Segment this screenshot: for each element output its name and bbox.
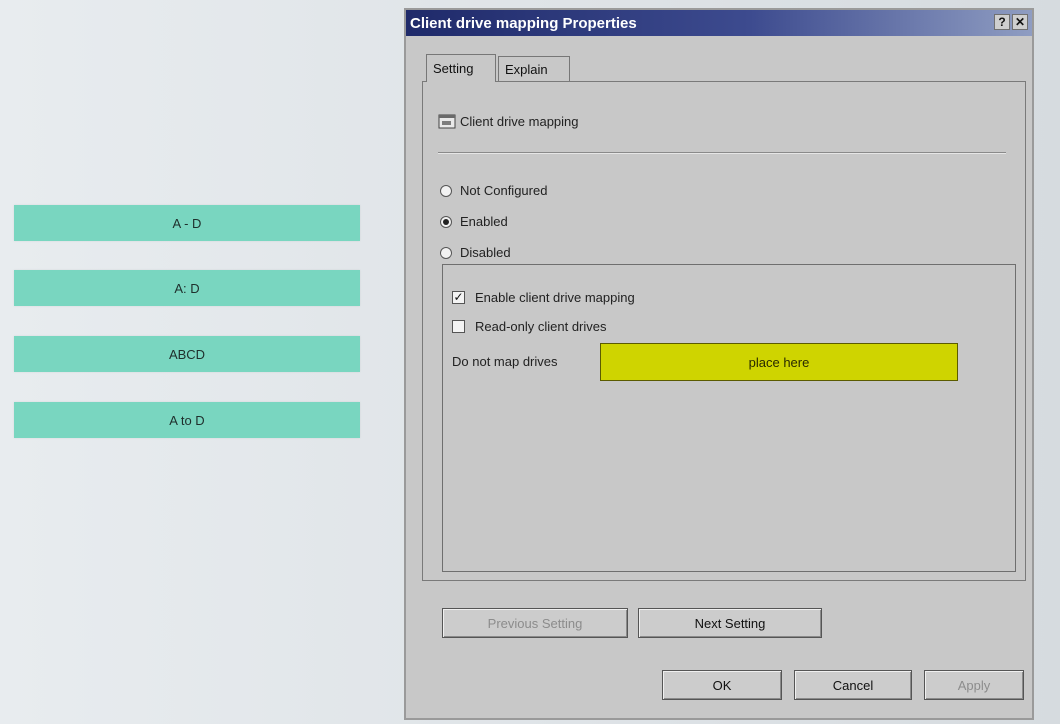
checkbox-label-enable-mapping: Enable client drive mapping bbox=[475, 290, 635, 305]
apply-button[interactable]: Apply bbox=[924, 670, 1024, 700]
section-divider bbox=[438, 152, 1006, 154]
checkbox-enable-mapping[interactable]: ✓ bbox=[452, 291, 465, 304]
do-not-map-label: Do not map drives bbox=[452, 354, 558, 369]
checkbox-row-read-only[interactable]: Read-only client drives bbox=[452, 319, 607, 334]
drop-target-place-here[interactable]: place here bbox=[600, 343, 958, 381]
next-setting-button[interactable]: Next Setting bbox=[638, 608, 822, 638]
checkbox-label-read-only: Read-only client drives bbox=[475, 319, 607, 334]
radio-enabled[interactable]: Enabled bbox=[440, 214, 508, 229]
radio-circle-not-configured[interactable] bbox=[440, 184, 452, 197]
answer-option-a-to-d[interactable]: A to D bbox=[14, 402, 360, 438]
radio-circle-enabled[interactable] bbox=[440, 215, 452, 228]
options-group-box bbox=[442, 264, 1016, 572]
previous-setting-button[interactable]: Previous Setting bbox=[442, 608, 628, 638]
policy-icon bbox=[438, 112, 456, 130]
cancel-button[interactable]: Cancel bbox=[794, 670, 912, 700]
answer-option-abcd[interactable]: ABCD bbox=[14, 336, 360, 372]
radio-label-enabled: Enabled bbox=[460, 214, 508, 229]
ok-button[interactable]: OK bbox=[662, 670, 782, 700]
radio-disabled[interactable]: Disabled bbox=[440, 245, 511, 260]
checkbox-row-enable-mapping[interactable]: ✓ Enable client drive mapping bbox=[452, 290, 635, 305]
answer-option-a-colon-d[interactable]: A: D bbox=[14, 270, 360, 306]
radio-circle-disabled[interactable] bbox=[440, 246, 452, 259]
policy-name: Client drive mapping bbox=[460, 113, 579, 129]
radio-label-not-configured: Not Configured bbox=[460, 183, 548, 198]
tab-setting[interactable]: Setting bbox=[426, 54, 496, 82]
radio-not-configured[interactable]: Not Configured bbox=[440, 183, 547, 198]
radio-label-disabled: Disabled bbox=[460, 245, 511, 260]
answer-option-a-dash-d[interactable]: A - D bbox=[14, 205, 360, 241]
checkbox-read-only[interactable] bbox=[452, 320, 465, 333]
policy-header: Client drive mapping bbox=[438, 112, 579, 130]
dialog-content-layer: Client drive mapping Not Configured Enab… bbox=[404, 8, 1034, 720]
